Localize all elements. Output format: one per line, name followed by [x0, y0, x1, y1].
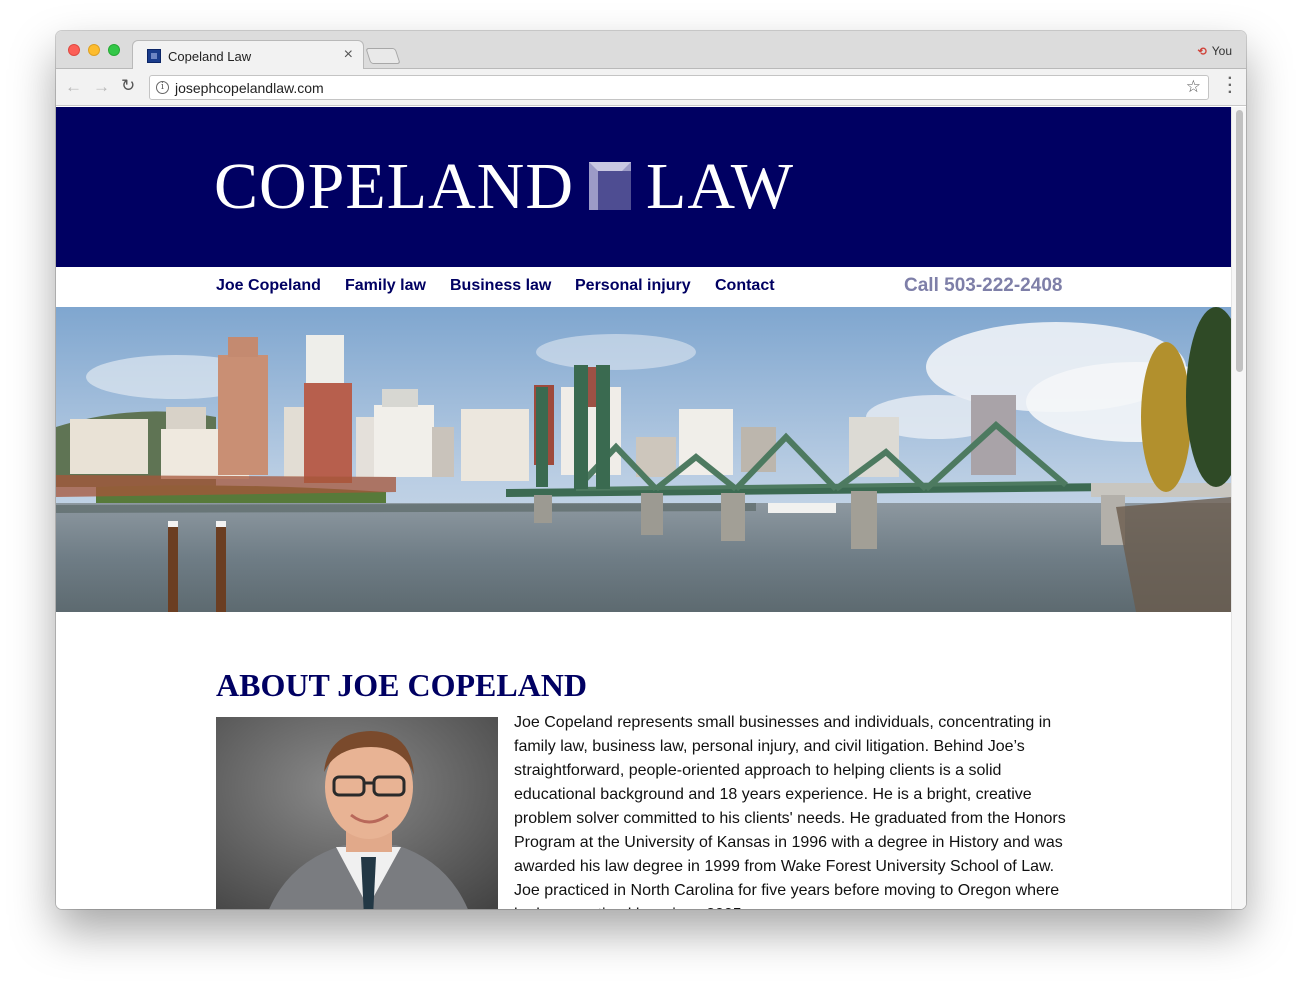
url-text[interactable]: josephcopelandlaw.com — [175, 80, 324, 96]
arrow-right-icon[interactable]: → — [93, 77, 110, 97]
reload-icon[interactable]: ↻ — [121, 76, 135, 96]
minimize-window-button[interactable] — [88, 44, 100, 56]
browser-toolbar: ← → ↻ i josephcopelandlaw.com ☆ · · · — [56, 69, 1246, 106]
nav-contact[interactable]: Contact — [715, 277, 775, 295]
nav-family-law[interactable]: Family law — [345, 277, 426, 295]
new-tab-button[interactable] — [365, 48, 401, 64]
kebab-menu-icon[interactable]: · · · — [1228, 71, 1233, 101]
web-page: COPELAND LAW Joe Copeland Family law Busi… — [56, 107, 1231, 909]
hero-illustration — [56, 307, 1231, 612]
site-nav: Joe Copeland Family law Business law Per… — [56, 267, 1231, 307]
page-viewport: COPELAND LAW Joe Copeland Family law Busi… — [56, 107, 1246, 909]
info-icon[interactable]: i — [156, 81, 169, 94]
nav-joe-copeland[interactable]: Joe Copeland — [216, 277, 321, 295]
profile-name: You — [1211, 44, 1232, 58]
zoom-window-button[interactable] — [108, 44, 120, 56]
sync-error-icon: ⟲ — [1197, 46, 1207, 58]
hero-skyline-image — [56, 307, 1231, 612]
tab-title: Copeland Law — [168, 49, 252, 64]
scrollbar-thumb[interactable] — [1236, 110, 1243, 372]
phone-number[interactable]: Call 503-222-2408 — [904, 275, 1062, 297]
tab-close-icon[interactable]: × — [344, 46, 353, 64]
site-logo[interactable]: COPELAND LAW — [214, 149, 794, 223]
star-icon[interactable]: ☆ — [1186, 77, 1201, 97]
site-header: COPELAND LAW — [56, 107, 1231, 267]
about-heading: ABOUT JOE COPELAND — [216, 667, 588, 703]
tab-strip: Copeland Law × ⟲ You — [56, 31, 1246, 70]
portrait-illustration — [216, 717, 498, 909]
nav-personal-injury[interactable]: Personal injury — [575, 277, 691, 295]
vertical-scrollbar[interactable] — [1231, 107, 1246, 909]
logo-word-law: LAW — [646, 150, 795, 223]
arrow-left-icon[interactable]: ← — [65, 77, 82, 97]
joe-copeland-portrait — [216, 717, 498, 909]
logo-word-copeland: COPELAND — [214, 150, 575, 223]
nav-business-law[interactable]: Business law — [450, 277, 551, 295]
browser-window: Copeland Law × ⟲ You ← → ↻ i josephcopela… — [56, 31, 1246, 909]
tab-copeland-law[interactable]: Copeland Law × — [132, 40, 364, 70]
address-bar[interactable]: i josephcopelandlaw.com ☆ — [149, 75, 1209, 100]
close-window-button[interactable] — [68, 44, 80, 56]
about-bio: Joe Copeland represents small businesses… — [514, 714, 1066, 909]
profile-button[interactable]: ⟲ You — [1198, 44, 1232, 58]
logo-square-icon — [589, 162, 632, 210]
favicon-icon — [147, 49, 161, 63]
